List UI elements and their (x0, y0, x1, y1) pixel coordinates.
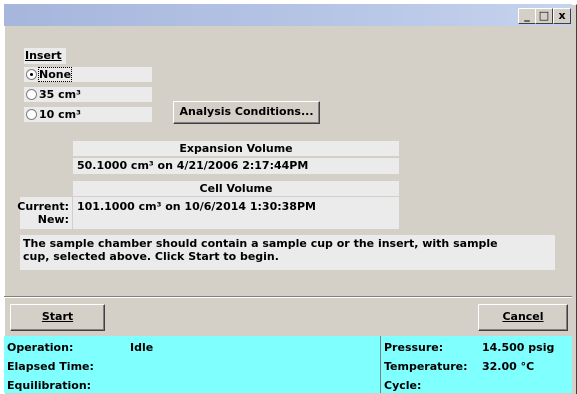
equilibration-label: Equilibration: (7, 379, 92, 392)
minimize-button[interactable]: _ (518, 8, 536, 24)
expansion-header: Expansion Volume (73, 141, 399, 156)
start-button[interactable]: Start (10, 304, 105, 331)
cell-header: Cell Volume (73, 181, 399, 196)
maximize-button[interactable]: □ (535, 8, 553, 24)
radio-unselected-icon (26, 109, 37, 120)
radio-10[interactable]: 10 cm³ (24, 107, 152, 122)
pressure-value: 14.500 psig (482, 341, 555, 354)
cell-new-label: New: (37, 213, 69, 226)
cell-current-label: Current: (17, 200, 69, 213)
cancel-button-label: Cancel (502, 310, 544, 323)
radio-none[interactable]: None (24, 67, 152, 82)
separator-highlight (4, 297, 572, 298)
maximize-icon: □ (538, 9, 550, 22)
radio-selected-icon (26, 69, 37, 80)
radio-35[interactable]: 35 cm³ (24, 87, 152, 102)
cycle-label: Cycle: (384, 379, 422, 392)
operation-label: Operation: (7, 341, 74, 354)
temperature-label: Temperature: (384, 360, 468, 373)
minimize-icon: _ (524, 9, 530, 22)
instruction-box: The sample chamber should contain a samp… (20, 235, 555, 270)
cancel-button[interactable]: Cancel (478, 304, 568, 331)
radio-none-label: None (37, 67, 73, 82)
instruction-message: The sample chamber should contain a samp… (23, 237, 498, 263)
cell-values-box: 101.1000 cm³ on 10/6/2014 1:30:38PM (73, 197, 399, 229)
expansion-header-label: Expansion Volume (179, 142, 293, 155)
operation-value: Idle (130, 341, 154, 354)
analysis-conditions-button[interactable]: Analysis Conditions... (173, 101, 320, 124)
close-icon: x (558, 9, 566, 22)
temperature-value: 32.00 °C (482, 360, 535, 373)
title-bar[interactable]: _ □ x (4, 4, 572, 26)
insert-label-box: Insert (24, 48, 66, 64)
status-panel: Operation: Idle Elapsed Time: Equilibrat… (4, 336, 572, 393)
radio-35-label: 35 cm³ (39, 88, 81, 101)
cell-labels-box: Current: New: (17, 197, 72, 229)
start-button-label: Start (41, 310, 74, 323)
close-button[interactable]: x (553, 8, 571, 24)
pressure-label: Pressure: (384, 341, 444, 354)
expansion-value: 50.1000 cm³ on 4/21/2006 2:17:44PM (77, 159, 309, 172)
insert-label: Insert (25, 49, 62, 62)
radio-10-label: 10 cm³ (39, 108, 81, 121)
status-divider (380, 336, 381, 393)
cell-current-value: 101.1000 cm³ on 10/6/2014 1:30:38PM (77, 200, 316, 213)
cell-header-label: Cell Volume (199, 182, 273, 195)
radio-unselected-icon (26, 89, 37, 100)
expansion-value-box: 50.1000 cm³ on 4/21/2006 2:17:44PM (73, 158, 399, 174)
elapsed-time-label: Elapsed Time: (7, 360, 94, 373)
